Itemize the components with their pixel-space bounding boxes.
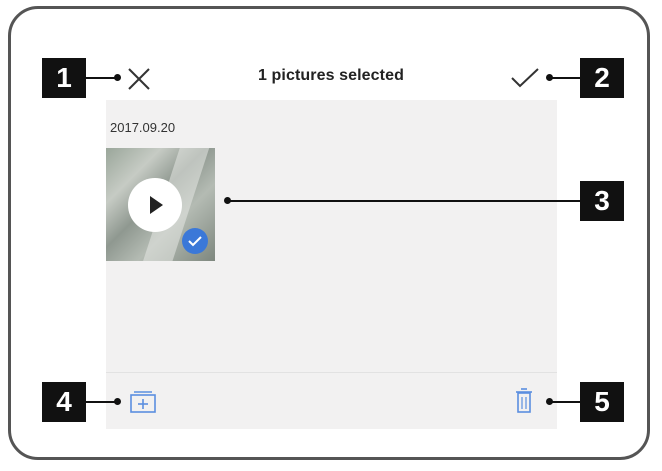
video-thumbnail[interactable] <box>106 148 215 261</box>
callout-4-dot <box>114 398 121 405</box>
callout-3-leader <box>228 200 580 202</box>
callout-5: 5 <box>580 382 624 422</box>
trash-icon[interactable] <box>514 387 534 415</box>
callout-4: 4 <box>42 382 86 422</box>
callout-1: 1 <box>42 58 86 98</box>
callout-2: 2 <box>580 58 624 98</box>
callout-5-leader <box>550 401 580 403</box>
date-label: 2017.09.20 <box>110 120 176 135</box>
check-badge-icon <box>182 228 208 254</box>
callout-2-leader <box>550 77 580 79</box>
play-icon[interactable] <box>128 178 182 232</box>
add-to-album-icon[interactable] <box>127 390 159 414</box>
checkmark-glyph <box>188 236 202 247</box>
bottom-toolbar <box>106 372 557 429</box>
callout-1-leader <box>86 77 116 79</box>
page-title: 1 pictures selected <box>258 67 404 84</box>
callout-3-dot <box>224 197 231 204</box>
checkmark-icon[interactable] <box>510 66 540 90</box>
callout-2-dot <box>546 74 553 81</box>
callout-3: 3 <box>580 181 624 221</box>
callout-5-dot <box>546 398 553 405</box>
callout-4-leader <box>86 401 116 403</box>
callout-1-dot <box>114 74 121 81</box>
